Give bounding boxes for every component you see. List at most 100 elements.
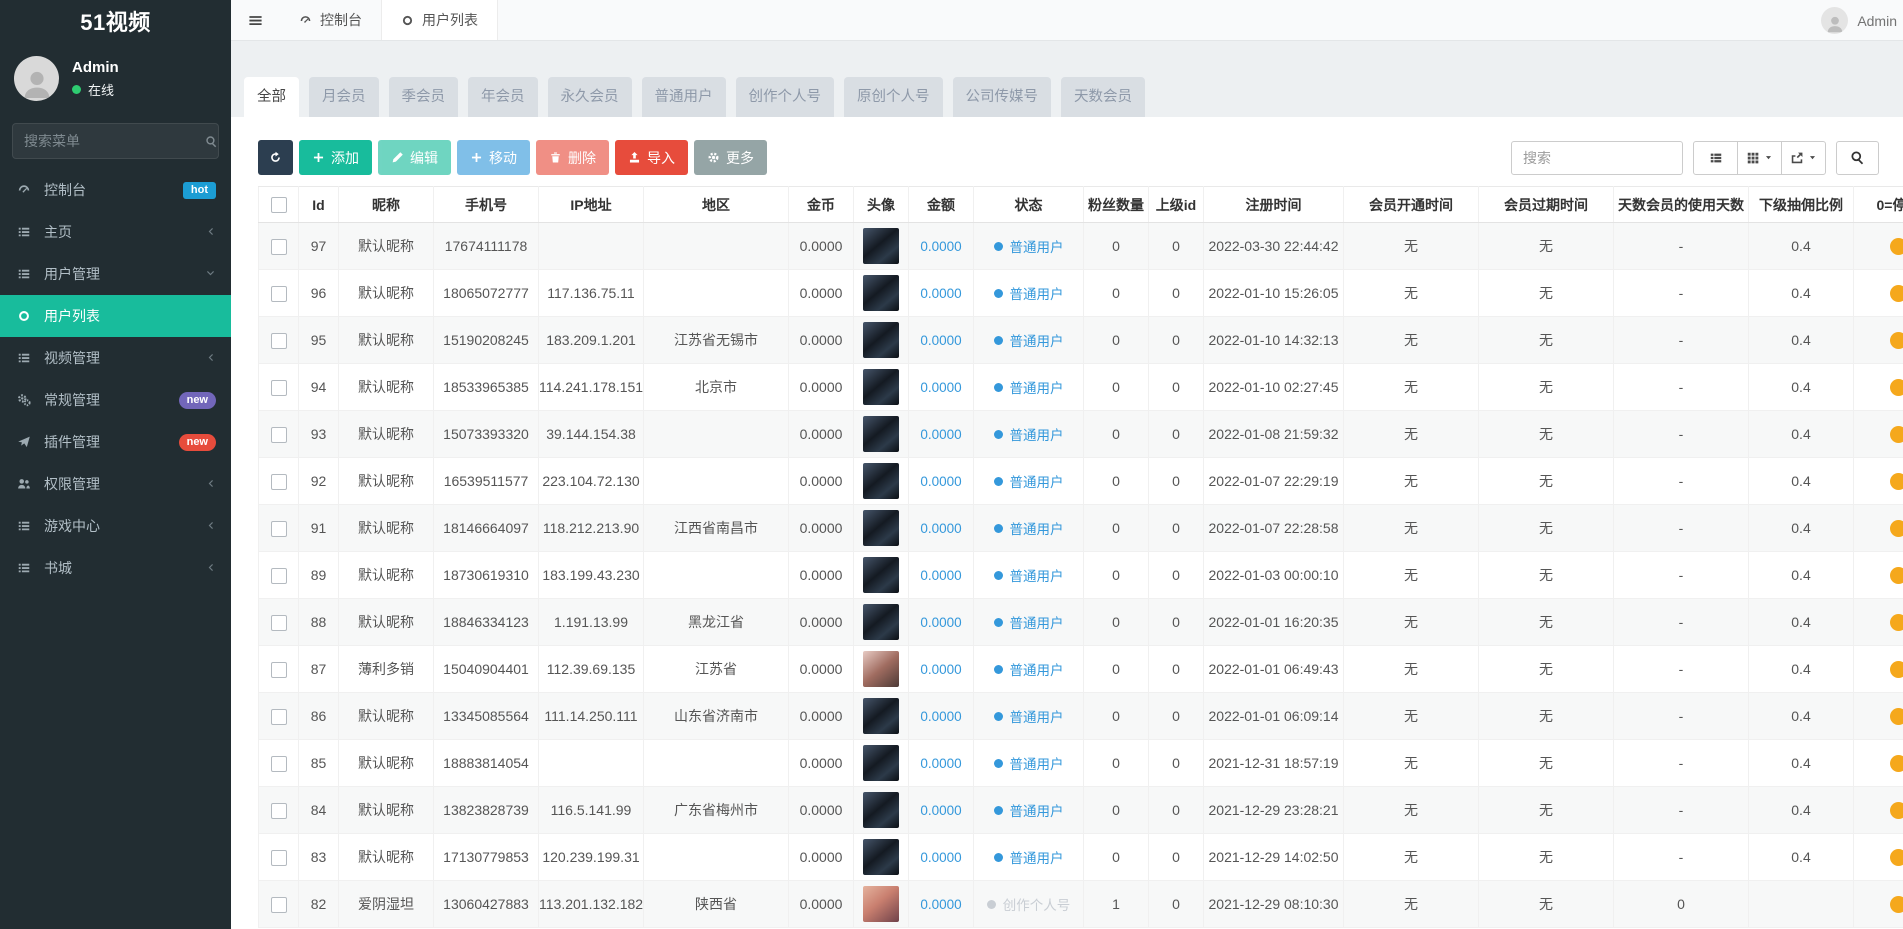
status-toggle[interactable]	[1890, 379, 1903, 396]
status-toggle[interactable]	[1890, 849, 1903, 866]
filter-tab-永久会员[interactable]: 永久会员	[548, 77, 632, 117]
user-avatar-image[interactable]	[863, 416, 899, 452]
amount-link[interactable]: 0.0000	[920, 427, 961, 442]
status-toggle[interactable]	[1890, 567, 1903, 584]
sidebar-item-权限管理[interactable]: 权限管理	[0, 463, 231, 505]
sidebar-search-input[interactable]	[24, 133, 205, 149]
column-header[interactable]: 下级抽佣比例	[1749, 187, 1854, 223]
topbar-user-menu[interactable]: Admin	[1821, 0, 1897, 41]
amount-link[interactable]: 0.0000	[920, 850, 961, 865]
status-toggle[interactable]	[1890, 426, 1903, 443]
row-checkbox[interactable]	[271, 333, 287, 349]
export-button[interactable]	[1781, 141, 1826, 175]
topbar-tab-用户列表[interactable]: 用户列表	[381, 0, 498, 40]
move-button[interactable]: 移动	[457, 140, 530, 175]
column-header[interactable]: 昵称	[339, 187, 434, 223]
filter-tab-普通用户[interactable]: 普通用户	[642, 77, 726, 117]
refresh-button[interactable]	[258, 140, 293, 175]
amount-link[interactable]: 0.0000	[920, 521, 961, 536]
column-header[interactable]: 天数会员的使用天数	[1614, 187, 1749, 223]
amount-link[interactable]: 0.0000	[920, 615, 961, 630]
amount-link[interactable]: 0.0000	[920, 239, 961, 254]
user-avatar-image[interactable]	[863, 745, 899, 781]
edit-button[interactable]: 编辑	[378, 140, 451, 175]
filter-tab-年会员[interactable]: 年会员	[468, 77, 538, 117]
row-checkbox[interactable]	[271, 474, 287, 490]
column-header[interactable]: 头像	[854, 187, 909, 223]
status-badge[interactable]: 普通用户	[994, 800, 1064, 820]
row-checkbox[interactable]	[271, 286, 287, 302]
filter-tab-原创个人号[interactable]: 原创个人号	[844, 77, 943, 117]
sidebar-item-常规管理[interactable]: 常规管理new	[0, 379, 231, 421]
status-badge[interactable]: 普通用户	[994, 612, 1064, 632]
status-toggle[interactable]	[1890, 802, 1903, 819]
filter-tab-天数会员[interactable]: 天数会员	[1061, 77, 1145, 117]
sidebar-item-插件管理[interactable]: 插件管理new	[0, 421, 231, 463]
column-header[interactable]: 会员开通时间	[1344, 187, 1479, 223]
amount-link[interactable]: 0.0000	[920, 286, 961, 301]
sidebar-toggle-button[interactable]	[231, 0, 280, 40]
amount-link[interactable]: 0.0000	[920, 474, 961, 489]
filter-tab-月会员[interactable]: 月会员	[309, 77, 379, 117]
user-avatar-image[interactable]	[863, 604, 899, 640]
user-avatar-image[interactable]	[863, 792, 899, 828]
user-avatar-image[interactable]	[863, 510, 899, 546]
sidebar-item-游戏中心[interactable]: 游戏中心	[0, 505, 231, 547]
status-toggle[interactable]	[1890, 473, 1903, 490]
delete-button[interactable]: 删除	[536, 140, 609, 175]
amount-link[interactable]: 0.0000	[920, 756, 961, 771]
select-all-checkbox[interactable]	[271, 197, 287, 213]
status-toggle[interactable]	[1890, 520, 1903, 537]
status-badge[interactable]: 普通用户	[994, 847, 1064, 867]
row-checkbox[interactable]	[271, 427, 287, 443]
user-avatar-image[interactable]	[863, 698, 899, 734]
topbar-tab-控制台[interactable]: 控制台	[280, 0, 381, 40]
add-button[interactable]: 添加	[299, 140, 372, 175]
row-checkbox[interactable]	[271, 850, 287, 866]
status-toggle[interactable]	[1890, 332, 1903, 349]
status-toggle[interactable]	[1890, 755, 1903, 772]
column-header[interactable]: 金币	[789, 187, 854, 223]
filter-tab-季会员[interactable]: 季会员	[389, 77, 459, 117]
column-header[interactable]: 金额	[909, 187, 974, 223]
table-search-input[interactable]	[1511, 141, 1683, 175]
sidebar-item-视频管理[interactable]: 视频管理	[0, 337, 231, 379]
row-checkbox[interactable]	[271, 803, 287, 819]
column-header[interactable]: 地区	[644, 187, 789, 223]
search-button[interactable]	[1836, 141, 1879, 175]
amount-link[interactable]: 0.0000	[920, 568, 961, 583]
sidebar-item-书城[interactable]: 书城	[0, 547, 231, 589]
user-avatar-image[interactable]	[863, 839, 899, 875]
amount-link[interactable]: 0.0000	[920, 662, 961, 677]
user-avatar-image[interactable]	[863, 886, 899, 922]
sidebar-item-用户管理[interactable]: 用户管理	[0, 253, 231, 295]
user-avatar-image[interactable]	[863, 275, 899, 311]
column-header[interactable]: 会员过期时间	[1479, 187, 1614, 223]
status-toggle[interactable]	[1890, 896, 1903, 913]
row-checkbox[interactable]	[271, 756, 287, 772]
detail-view-button[interactable]	[1693, 141, 1738, 175]
row-checkbox[interactable]	[271, 568, 287, 584]
status-badge[interactable]: 普通用户	[994, 283, 1064, 303]
column-header[interactable]: 注册时间	[1204, 187, 1344, 223]
amount-link[interactable]: 0.0000	[920, 803, 961, 818]
amount-link[interactable]: 0.0000	[920, 380, 961, 395]
columns-button[interactable]	[1737, 141, 1782, 175]
user-avatar-image[interactable]	[863, 322, 899, 358]
amount-link[interactable]: 0.0000	[920, 709, 961, 724]
status-toggle[interactable]	[1890, 661, 1903, 678]
status-badge[interactable]: 普通用户	[994, 659, 1064, 679]
import-button[interactable]: 导入	[615, 140, 688, 175]
user-avatar-image[interactable]	[863, 557, 899, 593]
user-avatar-image[interactable]	[863, 651, 899, 687]
amount-link[interactable]: 0.0000	[920, 897, 961, 912]
more-button[interactable]: 更多	[694, 140, 767, 175]
filter-tab-全部[interactable]: 全部	[244, 77, 299, 117]
column-header[interactable]: 粉丝数量	[1084, 187, 1149, 223]
status-badge[interactable]: 普通用户	[994, 518, 1064, 538]
sidebar-item-用户列表[interactable]: 用户列表	[0, 295, 231, 337]
status-badge[interactable]: 普通用户	[994, 753, 1064, 773]
status-badge[interactable]: 普通用户	[994, 471, 1064, 491]
status-badge[interactable]: 普通用户	[994, 330, 1064, 350]
status-toggle[interactable]	[1890, 238, 1903, 255]
